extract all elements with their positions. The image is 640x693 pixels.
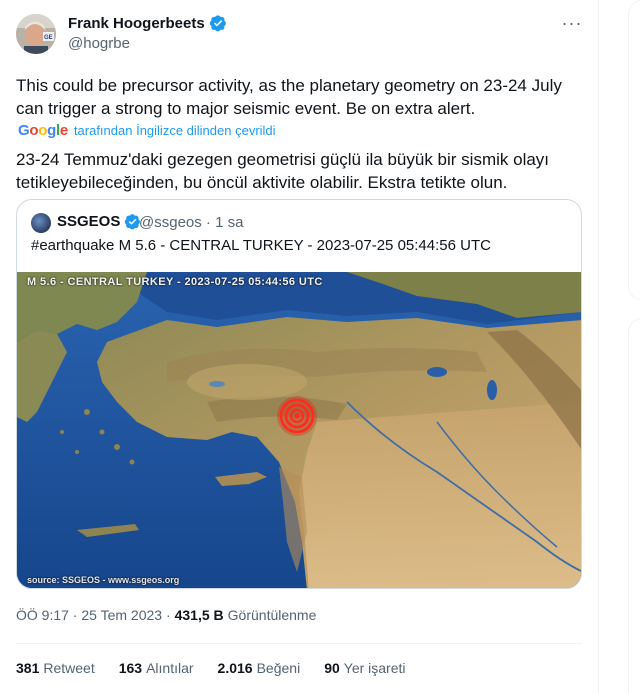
quote-author-name-text: SSGEOS bbox=[57, 213, 121, 230]
quotes-label: Alıntılar bbox=[146, 660, 194, 676]
sidebar-card bbox=[628, 318, 640, 693]
more-horizontal-icon[interactable]: ··· bbox=[560, 14, 584, 36]
quoted-tweet[interactable]: SSGEOS @ssgeos · 1 sa #earthquake M 5.6 … bbox=[16, 199, 582, 589]
likes-stat[interactable]: 2.016 Beğeni bbox=[218, 660, 301, 676]
bookmarks-label: Yer işareti bbox=[343, 660, 406, 676]
sidebar-card bbox=[628, 0, 640, 300]
tweet: GE Frank Hoogerbeets @hogrbe ··· This co… bbox=[0, 0, 598, 693]
verified-badge-icon bbox=[209, 15, 226, 32]
author-name-text: Frank Hoogerbeets bbox=[68, 14, 205, 32]
retweets-count: 381 bbox=[16, 660, 40, 676]
epicenter-marker bbox=[277, 396, 317, 436]
author-handle[interactable]: @hogrbe bbox=[68, 35, 130, 52]
retweets-stat[interactable]: 381 Retweet bbox=[16, 660, 95, 676]
quotes-stat[interactable]: 163 Alıntılar bbox=[119, 660, 194, 676]
google-logo: Google bbox=[18, 122, 68, 139]
quote-author-name: SSGEOS bbox=[57, 213, 141, 230]
quote-text: #earthquake M 5.6 - CENTRAL TURKEY - 202… bbox=[31, 237, 491, 254]
engagement-stats: 381 Retweet 163 Alıntılar 2.016 Beğeni 90 Ye… bbox=[16, 660, 406, 676]
bookmarks-stat[interactable]: 90 Yer işareti bbox=[324, 660, 405, 676]
translation-attribution[interactable]: Google tarafından İngilizce dilinden çev… bbox=[18, 122, 276, 139]
likes-label: Beğeni bbox=[256, 660, 301, 676]
translated-text: 23-24 Temmuz'daki gezegen geometrisi güç… bbox=[16, 150, 550, 192]
views-label: Görüntülenme bbox=[227, 607, 317, 623]
map-graphic bbox=[17, 272, 581, 588]
timestamp-time-date[interactable]: ÖÖ 9:17 · 25 Tem 2023 · bbox=[16, 607, 171, 623]
map-title: M 5.6 - CENTRAL TURKEY - 2023-07-25 05:4… bbox=[27, 276, 323, 288]
retweets-label: Retweet bbox=[43, 660, 95, 676]
avatar[interactable]: GE bbox=[16, 14, 56, 54]
map-source: source: SSGEOS - www.ssgeos.org bbox=[27, 575, 180, 585]
quotes-count: 163 bbox=[118, 660, 143, 676]
svg-text:GE: GE bbox=[44, 35, 53, 41]
translation-label: tarafından İngilizce dilinden çevrildi bbox=[73, 123, 276, 138]
divider bbox=[16, 643, 582, 644]
bookmarks-count: 90 bbox=[324, 660, 340, 676]
tweet-timestamp: ÖÖ 9:17 · 25 Tem 2023 · 431,5 B Görüntül… bbox=[16, 607, 316, 623]
quote-meta: @ssgeos · 1 sa bbox=[139, 214, 244, 231]
earthquake-map-image[interactable]: M 5.6 - CENTRAL TURKEY - 2023-07-25 05:4… bbox=[17, 272, 581, 588]
tweet-text: This could be precursor activity, as the… bbox=[16, 76, 562, 118]
quote-avatar bbox=[31, 213, 51, 233]
likes-count: 2.016 bbox=[217, 660, 253, 676]
avatar-image: GE bbox=[16, 14, 56, 54]
views-count: 431,5 B bbox=[174, 607, 224, 623]
author-name[interactable]: Frank Hoogerbeets bbox=[68, 14, 227, 32]
